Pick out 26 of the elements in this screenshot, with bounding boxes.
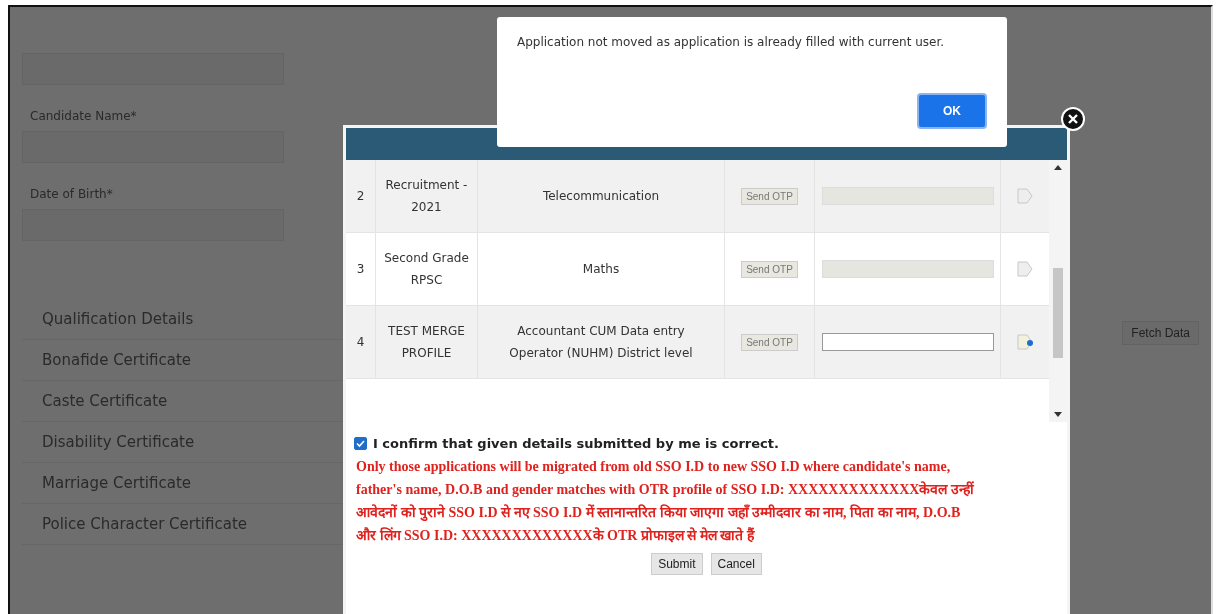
field-label: Date of Birth* xyxy=(30,187,114,201)
ok-button[interactable]: OK xyxy=(917,93,987,129)
notice-text: Only those applications will be migrated from old SSO I.D to new SSO I.D where candidate's name, father's name, D.O.B and gender matches with OTR profile of SSO I.D: XXXXXXXXXXXXXकेवल उन्हीं आवेदनों को पुराने SSO I.D से नए SSO I.D में स्तानान्तरित किया जाएगा जहाँ उम्मीदवार का नाम, पिता का नाम, D.O.B और लिंग SSO I.D: XXXXXXXXXXXXXके OTR प्रोफाइल से मेल खाते हैं xyxy=(356,458,975,545)
scrollbar[interactable] xyxy=(1049,160,1067,422)
field-label: Candidate Name* xyxy=(30,109,138,123)
table-cell: Accountant CUM Data entry Operator (NUHM) District level xyxy=(478,306,725,378)
submit-button[interactable]: Submit xyxy=(651,553,703,575)
scroll-down-icon[interactable] xyxy=(1054,412,1062,418)
table-cell: 3 xyxy=(346,233,376,305)
alert-message: Application not moved as application is already filled with current user. xyxy=(517,35,946,49)
confirm-label: I confirm that given details submitted by me is correct. xyxy=(373,436,779,451)
cancel-button[interactable]: Cancel xyxy=(710,553,762,575)
fetch-data-button[interactable]: Fetch Data xyxy=(1122,321,1199,345)
table-cell: Maths xyxy=(478,233,725,305)
document-icon[interactable] xyxy=(1016,333,1034,351)
table-cell: Telecommunication xyxy=(478,160,725,232)
scroll-up-icon[interactable] xyxy=(1054,164,1062,170)
otp-input-field[interactable] xyxy=(821,333,994,351)
table-cell: TEST MERGE PROFILE xyxy=(376,306,478,378)
table-cell: 2 xyxy=(346,160,376,232)
table-cell: 4 xyxy=(346,306,376,378)
close-icon[interactable] xyxy=(1061,107,1085,131)
table-cell: Second Grade RPSC xyxy=(376,233,478,305)
scrollbar-thumb[interactable] xyxy=(1053,268,1063,358)
table-cell: Recruitment - 2021 xyxy=(376,160,478,232)
checkbox[interactable] xyxy=(354,437,367,450)
